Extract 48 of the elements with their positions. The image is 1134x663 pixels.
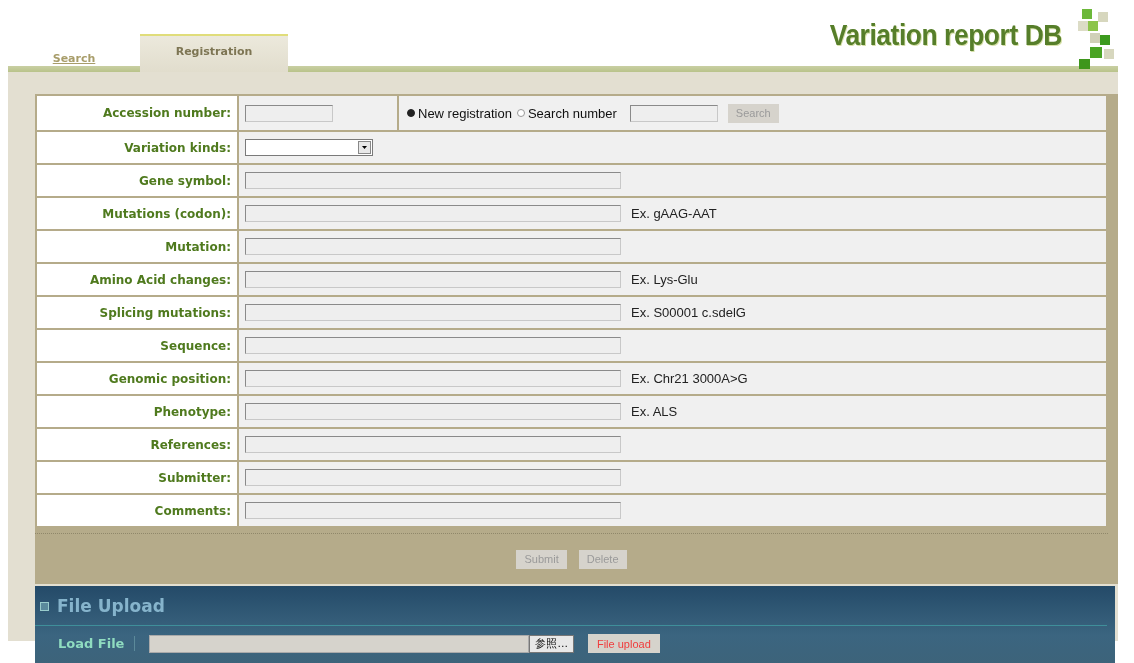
accession-field[interactable] <box>245 104 333 122</box>
section-title: File Upload <box>57 596 165 616</box>
input-field[interactable] <box>245 205 621 223</box>
example-hint: Ex. gAAG-AAT <box>631 206 717 222</box>
browse-button[interactable]: 参照... <box>529 634 574 653</box>
field-label: Genomic position: <box>36 362 238 395</box>
tab[interactable]: Registration <box>140 34 288 72</box>
input-field[interactable] <box>245 337 621 355</box>
site-title: Variation report DB <box>829 18 1062 52</box>
field-label: Gene symbol: <box>36 164 238 197</box>
field-label: Phenotype: <box>36 395 238 428</box>
field-label: Variation kinds: <box>36 131 238 164</box>
input-field[interactable] <box>245 469 621 487</box>
dropdown-caret-icon <box>358 141 371 155</box>
radio-option[interactable]: New registration <box>407 105 512 121</box>
input-field[interactable] <box>245 271 621 289</box>
field-label: References: <box>36 428 238 461</box>
input-field[interactable] <box>245 304 621 322</box>
file-upload-button[interactable]: File upload <box>587 634 660 653</box>
field-label: Load File <box>58 636 136 651</box>
example-hint: Ex. Chr21 3000A>G <box>631 371 748 387</box>
input-field[interactable] <box>245 172 621 190</box>
input-field[interactable] <box>245 436 621 454</box>
logo-icon <box>1076 9 1116 69</box>
field-label: Sequence: <box>36 329 238 362</box>
field-label: Mutation: <box>36 230 238 263</box>
tab[interactable]: Search <box>8 44 140 72</box>
radio-option[interactable]: Search number <box>516 105 617 121</box>
input-field[interactable] <box>245 502 621 520</box>
field-label: Splicing mutations: <box>36 296 238 329</box>
dropdown-field[interactable] <box>245 139 373 157</box>
file-path-field[interactable] <box>149 634 530 653</box>
input-field[interactable] <box>245 370 621 388</box>
form-button[interactable]: Submit <box>516 549 567 569</box>
field-label: Comments: <box>36 494 238 527</box>
input-field[interactable] <box>245 238 621 256</box>
example-hint: Ex. S00001 c.sdelG <box>631 305 746 321</box>
bullet-icon <box>40 601 49 611</box>
field-label: Accession number: <box>36 95 238 131</box>
field-label: Amino Acid changes: <box>36 263 238 296</box>
field-label: Mutations (codon): <box>36 197 238 230</box>
example-hint: Ex. ALS <box>631 404 678 420</box>
input-field[interactable] <box>245 403 621 421</box>
form-button[interactable]: Delete <box>578 549 627 569</box>
example-hint: Ex. Lys-Glu <box>631 272 698 288</box>
search-number-field[interactable] <box>629 104 718 122</box>
field-label: Submitter: <box>36 461 238 494</box>
search-button[interactable]: Search <box>727 103 779 123</box>
